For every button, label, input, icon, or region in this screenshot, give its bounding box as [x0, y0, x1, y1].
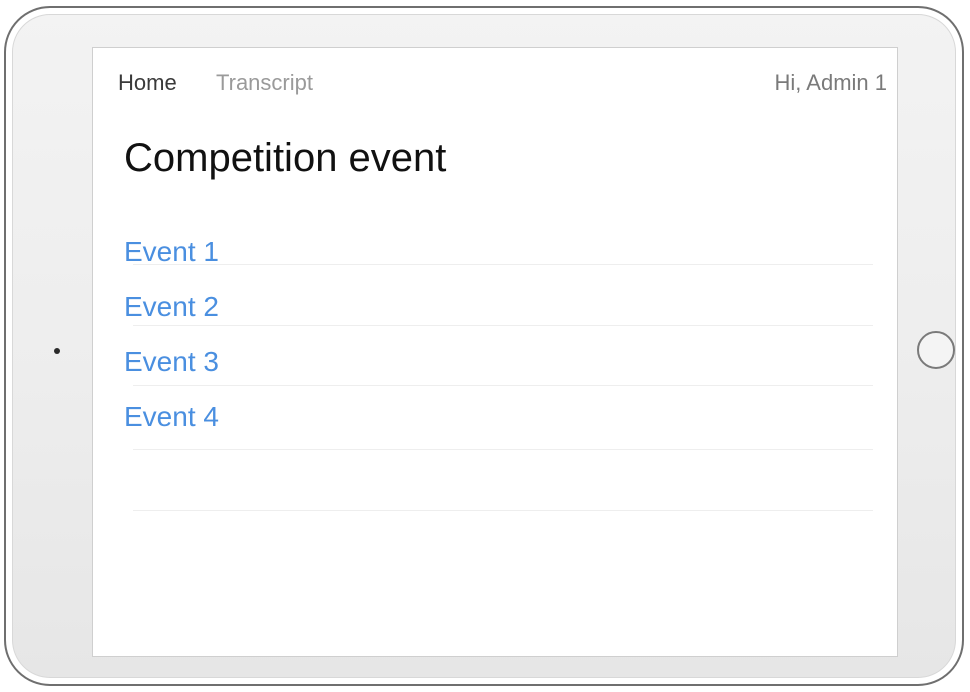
event-link-1[interactable]: Event 1	[124, 236, 219, 267]
home-button[interactable]	[917, 331, 955, 369]
list-item: Event 2	[124, 291, 219, 346]
divider	[133, 325, 873, 326]
event-link-3[interactable]: Event 3	[124, 346, 219, 377]
nav-home-link[interactable]: Home	[118, 70, 177, 96]
divider	[133, 449, 873, 450]
list-item: Event 3	[124, 346, 219, 401]
divider	[133, 264, 873, 265]
app-screen: Home Transcript Hi, Admin 1 Competition …	[92, 47, 898, 657]
page-title: Competition event	[124, 136, 447, 180]
event-list: Event 1 Event 2 Event 3 Event 4	[124, 236, 219, 456]
divider	[133, 385, 873, 386]
camera-dot	[54, 348, 60, 354]
list-item: Event 4	[124, 401, 219, 456]
event-link-4[interactable]: Event 4	[124, 401, 219, 432]
list-item: Event 1	[124, 236, 219, 291]
divider	[133, 510, 873, 511]
top-navbar: Home Transcript Hi, Admin 1	[93, 48, 897, 114]
nav-transcript-link[interactable]: Transcript	[216, 70, 313, 96]
user-greeting[interactable]: Hi, Admin 1	[775, 70, 888, 96]
tablet-frame: Home Transcript Hi, Admin 1 Competition …	[4, 6, 964, 686]
event-link-2[interactable]: Event 2	[124, 291, 219, 322]
